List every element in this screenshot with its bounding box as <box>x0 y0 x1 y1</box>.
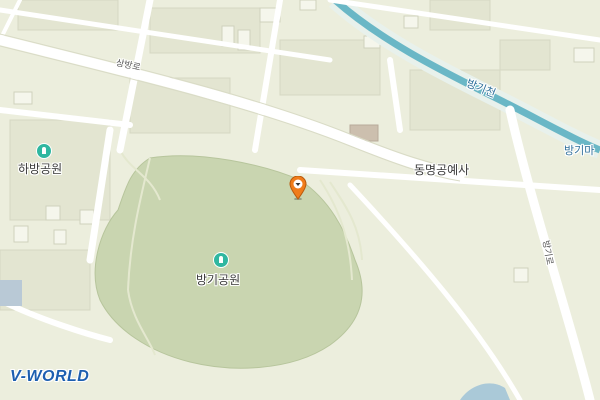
park-icon[interactable] <box>213 252 229 268</box>
park-icon[interactable] <box>36 143 52 159</box>
vworld-logo: V-WORLD <box>10 368 90 385</box>
map-canvas[interactable]: 상방로 하방공원 방기공원 동명공예사 방기천 방기마 방기로 V-WORLD <box>0 0 600 400</box>
poi-label-donmyeong: 동명공예사 <box>414 163 470 177</box>
park-label-habang: 하방공원 <box>18 162 63 176</box>
stream-label-banggima: 방기마 <box>564 144 595 157</box>
map-base-layer <box>0 0 600 400</box>
water-patch <box>0 280 22 306</box>
park-label-banggi: 방기공원 <box>196 273 241 287</box>
location-pin-icon[interactable] <box>289 176 307 200</box>
